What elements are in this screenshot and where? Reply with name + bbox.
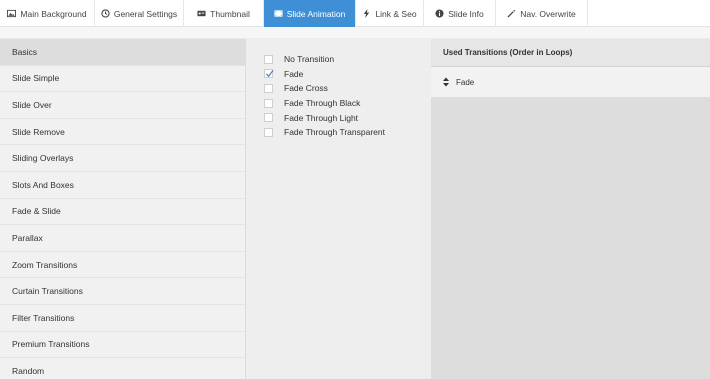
sidebar-item-basics[interactable]: Basics — [0, 39, 245, 66]
sidebar-item-zoom-transitions[interactable]: Zoom Transitions — [0, 252, 245, 279]
transition-option-fade-through-transparent[interactable]: Fade Through Transparent — [264, 125, 431, 140]
sidebar-item-slots-and-boxes[interactable]: Slots And Boxes — [0, 172, 245, 199]
sidebar-item-parallax[interactable]: Parallax — [0, 225, 245, 252]
sidebar-item-curtain-transitions[interactable]: Curtain Transitions — [0, 278, 245, 305]
image-icon — [7, 9, 17, 18]
sidebar-item-filter-transitions[interactable]: Filter Transitions — [0, 305, 245, 332]
used-transition-item[interactable]: Fade — [431, 67, 710, 97]
used-transitions-title: Used Transitions (Order in Loops) — [431, 39, 710, 67]
tab-general-settings[interactable]: General Settings — [95, 0, 184, 27]
used-transition-label: Fade — [456, 77, 475, 87]
checkbox[interactable] — [264, 127, 273, 137]
tab-label: Link & Seo — [375, 8, 417, 19]
tab-nav-overwrite[interactable]: Nav. Overwrite — [496, 0, 588, 27]
tab-slide-info[interactable]: Slide Info — [424, 0, 496, 27]
tab-bar: Main Background General Settings Thumbna… — [0, 0, 710, 27]
transition-option-label: Fade Through Black — [284, 98, 361, 109]
transition-option-fade-cross[interactable]: Fade Cross — [264, 81, 431, 96]
sidebar-item-slide-simple[interactable]: Slide Simple — [0, 66, 245, 93]
sidebar-item-random[interactable]: Random — [0, 358, 245, 379]
tab-label: Slide Animation — [286, 8, 346, 19]
thumbnail-icon — [197, 9, 206, 18]
sidebar-item-slide-remove[interactable]: Slide Remove — [0, 119, 245, 146]
sort-icon[interactable] — [442, 77, 450, 87]
transition-option-label: Fade Through Transparent — [284, 127, 385, 138]
history-icon — [101, 9, 110, 18]
tab-link-seo[interactable]: Link & Seo — [356, 0, 424, 27]
used-transitions-panel: Used Transitions (Order in Loops) Fade — [431, 39, 710, 379]
transition-option-no-transition[interactable]: No Transition — [264, 52, 431, 67]
transition-option-label: No Transition — [284, 54, 335, 65]
transition-category-sidebar: Basics Slide Simple Slide Over Slide Rem… — [0, 39, 246, 379]
tab-label: Thumbnail — [210, 8, 250, 19]
transition-checkbox-list: No Transition Fade Fade Cross Fade Throu… — [246, 39, 431, 379]
transition-option-fade[interactable]: Fade — [264, 67, 431, 82]
tab-slide-animation[interactable]: Slide Animation — [264, 0, 356, 27]
checkbox[interactable] — [264, 98, 273, 108]
film-icon — [274, 9, 283, 18]
tab-label: Slide Info — [448, 8, 484, 19]
tab-label: Nav. Overwrite — [520, 8, 576, 19]
transition-option-fade-through-black[interactable]: Fade Through Black — [264, 96, 431, 111]
transition-option-label: Fade Through Light — [284, 112, 359, 123]
bolt-icon — [362, 9, 371, 18]
sidebar-item-slide-over[interactable]: Slide Over — [0, 92, 245, 119]
tab-label: General Settings — [113, 8, 178, 19]
checkbox[interactable] — [264, 83, 273, 93]
magic-wand-icon — [507, 9, 516, 18]
info-icon — [435, 9, 444, 18]
transition-option-label: Fade Cross — [284, 83, 328, 94]
checkbox[interactable] — [264, 113, 273, 123]
tab-divider-band — [0, 27, 710, 39]
transition-option-fade-through-light[interactable]: Fade Through Light — [264, 110, 431, 125]
transition-option-label: Fade — [284, 68, 304, 79]
sidebar-item-sliding-overlays[interactable]: Sliding Overlays — [0, 145, 245, 172]
tab-label: Main Background — [20, 8, 87, 19]
tab-thumbnail[interactable]: Thumbnail — [184, 0, 264, 27]
sidebar-item-fade-and-slide[interactable]: Fade & Slide — [0, 199, 245, 226]
tab-main-background[interactable]: Main Background — [0, 0, 95, 27]
checkbox-checked[interactable] — [264, 69, 274, 79]
checkmark-icon — [265, 70, 274, 78]
checkbox[interactable] — [264, 54, 273, 64]
sidebar-item-premium-transitions[interactable]: Premium Transitions — [0, 332, 245, 359]
